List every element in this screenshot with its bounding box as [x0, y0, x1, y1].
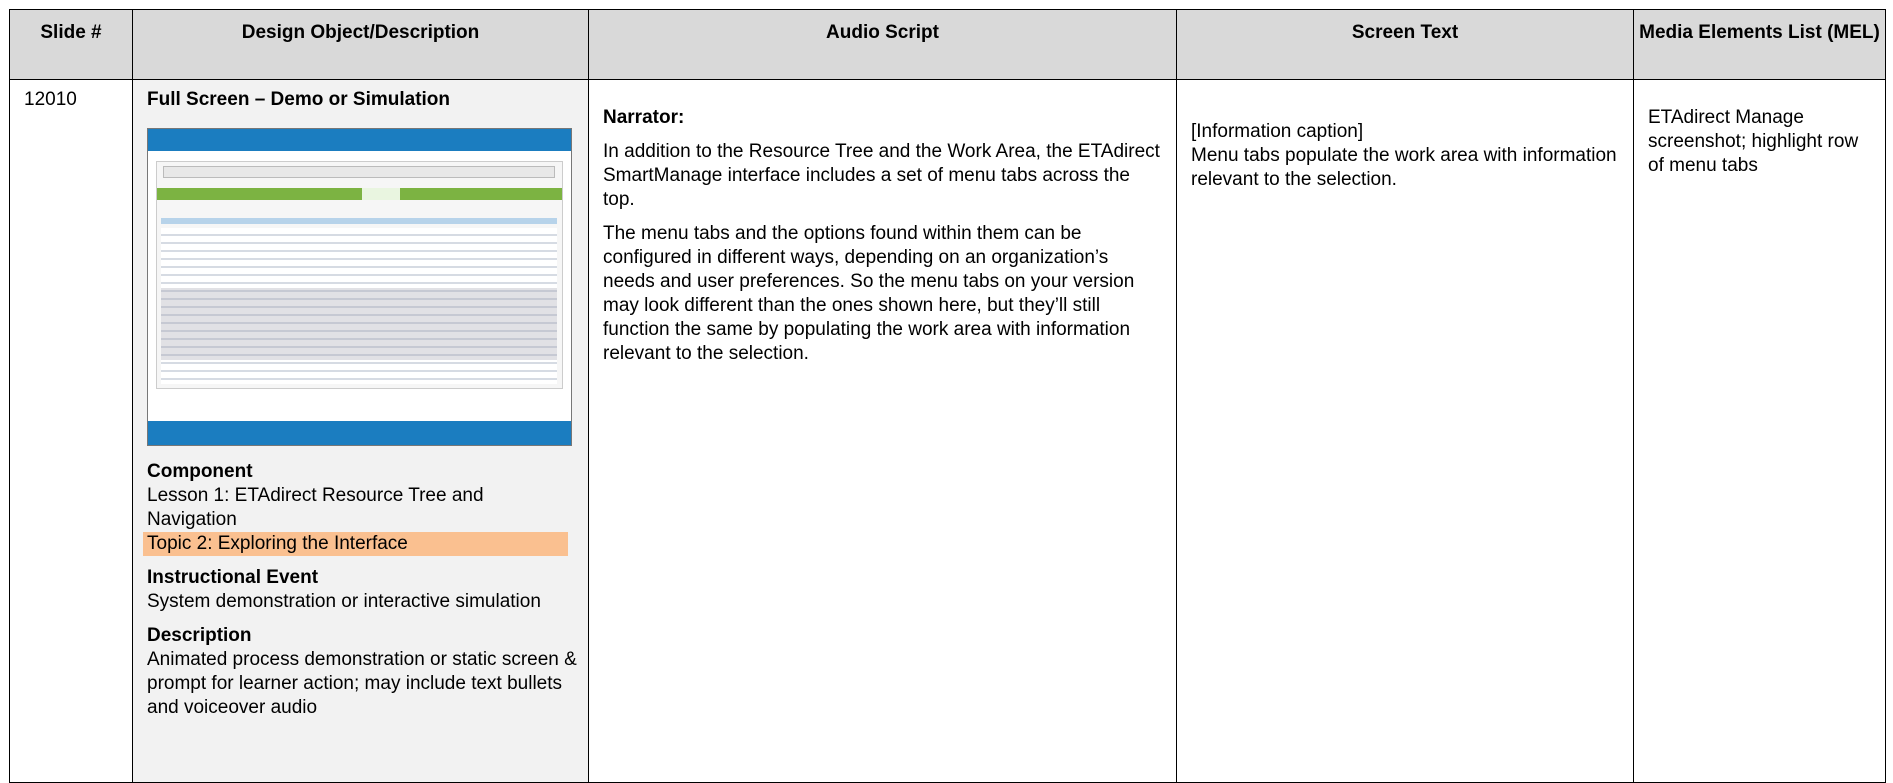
audio-script-cell: Narrator: In addition to the Resource Tr…	[588, 79, 1177, 783]
screen-text-cell: [Information caption] Menu tabs populate…	[1176, 79, 1634, 783]
narrator-label: Narrator:	[603, 107, 685, 128]
component-heading: Component	[147, 461, 253, 482]
instructional-event-heading: Instructional Event	[147, 567, 319, 588]
instructional-event-text: System demonstration or interactive simu…	[147, 591, 541, 612]
thumbnail-bottom-band	[148, 421, 571, 445]
header-slide-num: Slide #	[9, 9, 133, 80]
design-title: Full Screen – Demo or Simulation	[147, 89, 451, 110]
thumbnail-menu-tabs-row	[157, 188, 562, 200]
header-design: Design Object/Description	[132, 9, 589, 80]
screenshot-thumbnail	[147, 128, 572, 446]
storyboard-table: Slide # Design Object/Description Audio …	[9, 9, 1886, 783]
description-text: Animated process demonstration or static…	[147, 649, 577, 718]
thumbnail-shaded-rows	[161, 288, 557, 360]
audio-paragraph-1: In addition to the Resource Tree and the…	[603, 141, 1160, 210]
thumbnail-address-bar	[163, 166, 555, 178]
mel-cell: ETAdirect Manage screenshot; highlight r…	[1633, 79, 1886, 783]
description-heading: Description	[147, 625, 252, 646]
lesson-text: Lesson 1: ETAdirect Resource Tree and Na…	[147, 485, 484, 530]
thumbnail-top-band	[148, 129, 571, 151]
thumbnail-selected-tab	[362, 188, 400, 200]
slide-number-cell: 12010	[9, 79, 133, 783]
audio-paragraph-2: The menu tabs and the options found with…	[603, 223, 1135, 364]
thumbnail-table-header	[161, 218, 557, 224]
topic-text-highlighted: Topic 2: Exploring the Interface	[143, 532, 568, 556]
header-screen-text: Screen Text	[1176, 9, 1634, 80]
design-cell: Full Screen – Demo or Simulation Compone…	[132, 79, 589, 783]
header-row: Slide # Design Object/Description Audio …	[9, 9, 1886, 80]
header-mel: Media Elements List (MEL)	[1633, 9, 1886, 80]
header-audio: Audio Script	[588, 9, 1177, 80]
caption-text: Menu tabs populate the work area with in…	[1191, 145, 1617, 190]
thumbnail-browser-window	[156, 161, 563, 389]
caption-label: [Information caption]	[1191, 121, 1364, 142]
table-row: 12010 Full Screen – Demo or Simulation C…	[9, 79, 1886, 783]
